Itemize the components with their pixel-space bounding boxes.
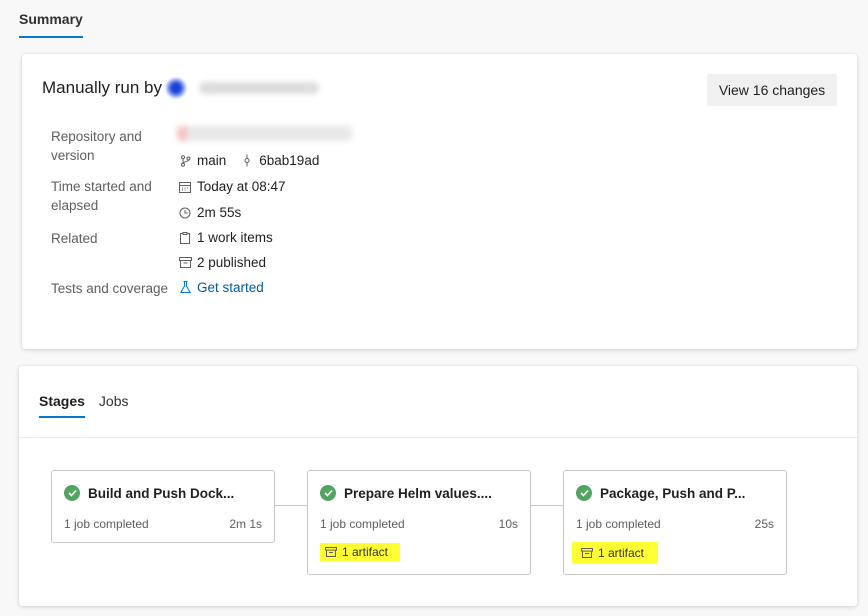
tab-jobs[interactable]: Jobs — [99, 393, 129, 418]
stage-jobs-status: 1 job completed — [320, 517, 405, 531]
tabs-divider — [19, 437, 857, 438]
stage-connector — [531, 505, 563, 506]
related-published[interactable]: 2 published — [178, 253, 266, 272]
tab-summary[interactable]: Summary — [19, 0, 83, 38]
artifact-icon — [178, 257, 192, 268]
avatar — [165, 77, 188, 99]
elapsed-time-value: 2m 55s — [197, 205, 242, 220]
related-work-items[interactable]: 1 work items — [178, 228, 273, 247]
tab-stages[interactable]: Stages — [39, 393, 85, 418]
stage-artifact-link[interactable]: 1 artifact — [320, 543, 401, 561]
check-circle-icon — [576, 485, 592, 501]
stage-connector — [275, 505, 307, 506]
stage-jobs-status: 1 job completed — [64, 517, 149, 531]
tests-label: Tests and coverage — [51, 281, 169, 296]
branch-icon — [178, 154, 192, 167]
stages-tabs: Stages Jobs — [39, 393, 129, 418]
redacted-repository-link[interactable] — [177, 126, 352, 141]
tab-summary-label: Summary — [19, 11, 83, 27]
stage-jobs-status: 1 job completed — [576, 517, 661, 531]
run-label: Manually run by — [42, 78, 163, 97]
stage-card[interactable]: Build and Push Dock... 1 job completed 2… — [51, 470, 275, 543]
run-title: Manually run by — [42, 77, 320, 99]
artifact-label: 1 artifact — [598, 546, 645, 560]
stages-card: Stages Jobs Build and Push Dock... 1 job… — [19, 366, 857, 606]
branch-name[interactable]: main — [197, 153, 226, 168]
check-circle-icon — [320, 485, 336, 501]
get-started-link[interactable]: Get started — [197, 280, 264, 295]
stage-name: Prepare Helm values.... — [344, 485, 492, 501]
stage-artifact-link[interactable]: 1 artifact — [572, 542, 659, 564]
artifact-icon — [581, 548, 593, 558]
start-time-value: Today at 08:47 — [197, 179, 286, 194]
stage-name: Package, Push and P... — [600, 485, 746, 501]
stage-duration: 25s — [754, 517, 774, 531]
published-link[interactable]: 2 published — [197, 255, 266, 270]
calendar-icon — [178, 181, 192, 193]
redacted-user-name — [199, 82, 320, 94]
stage-title: Prepare Helm values.... — [320, 485, 492, 501]
elapsed-time: 2m 55s — [178, 203, 241, 222]
time-label: Time started and elapsed — [51, 179, 152, 213]
tests-coverage[interactable]: Get started — [178, 278, 264, 297]
stage-title: Build and Push Dock... — [64, 485, 234, 501]
commit-icon — [240, 154, 254, 167]
work-items-link[interactable]: 1 work items — [197, 230, 273, 245]
run-summary-card: Manually run by View 16 changes Reposito… — [22, 54, 857, 349]
clipboard-icon — [178, 231, 192, 244]
stage-duration: 10s — [498, 517, 518, 531]
stage-title: Package, Push and P... — [576, 485, 745, 501]
stage-duration: 2m 1s — [229, 517, 262, 531]
view-changes-button[interactable]: View 16 changes — [707, 74, 837, 106]
clock-icon — [178, 207, 192, 219]
flask-icon — [178, 281, 192, 294]
repository-label: Repository and version — [51, 129, 142, 163]
start-time: Today at 08:47 — [178, 177, 286, 196]
artifact-icon — [325, 547, 337, 557]
repository-version: main 6bab19ad — [178, 151, 319, 170]
artifact-label: 1 artifact — [342, 545, 389, 559]
check-circle-icon — [64, 485, 80, 501]
commit-id[interactable]: 6bab19ad — [259, 153, 319, 168]
stage-name: Build and Push Dock... — [88, 485, 235, 501]
related-label: Related — [51, 231, 98, 246]
stage-card[interactable]: Prepare Helm values.... 1 job completed … — [307, 470, 531, 575]
stage-card[interactable]: Package, Push and P... 1 job completed 2… — [563, 470, 787, 575]
